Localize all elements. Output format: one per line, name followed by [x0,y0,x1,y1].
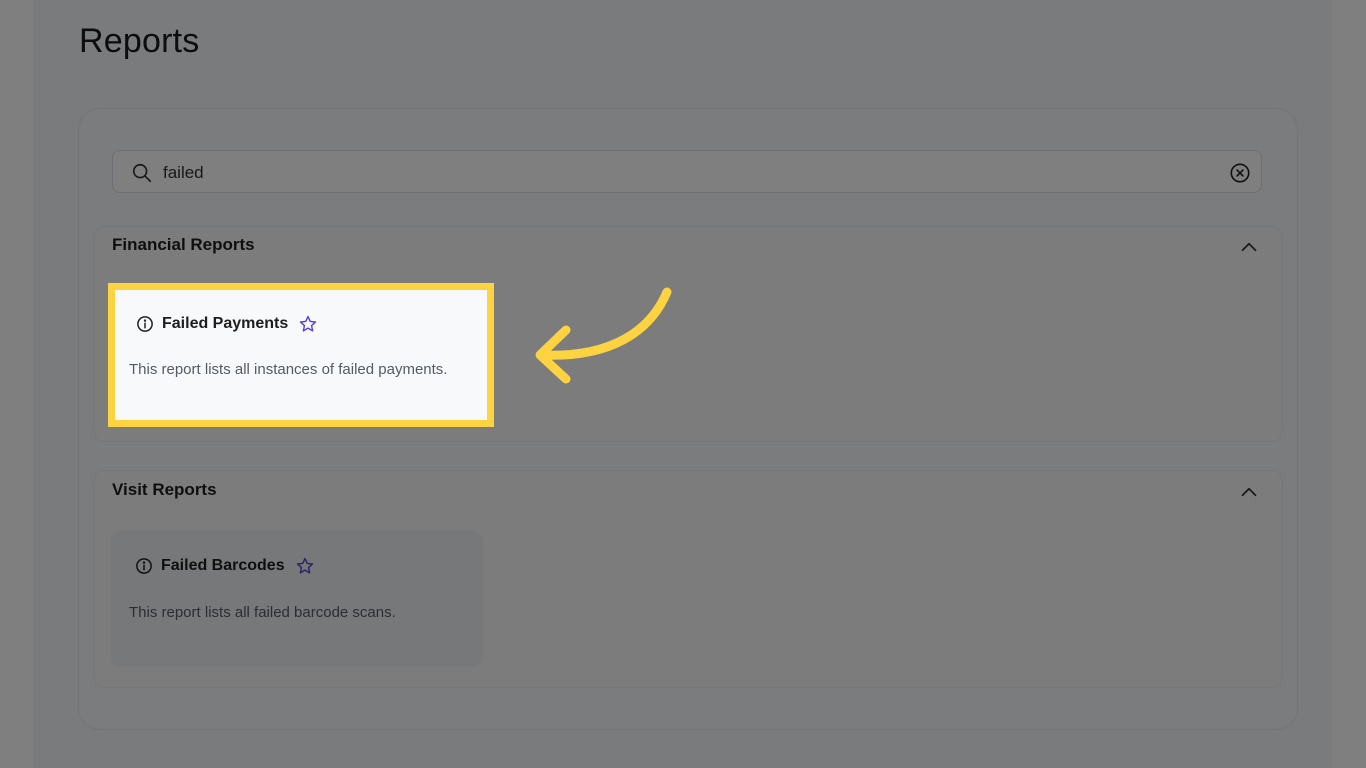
info-icon[interactable] [135,557,153,575]
report-description: This report lists all failed barcode sca… [129,604,396,621]
curved-arrow-left-icon [535,287,672,384]
report-card-header: Failed Barcodes [135,556,315,576]
clear-circle-icon[interactable] [1229,162,1251,184]
search-input[interactable]: failed [112,150,1262,193]
report-card-failed-barcodes[interactable]: Failed Barcodes This report lists all fa… [111,531,483,667]
report-description: This report lists all instances of faile… [129,361,448,378]
report-card-failed-payments[interactable]: Failed Payments This report lists all in… [108,283,494,427]
report-title: Failed Barcodes [161,557,285,574]
section-title-visit: Visit Reports [112,480,217,499]
report-title: Failed Payments [162,315,289,332]
page-title: Reports [79,22,200,60]
search-icon [132,163,152,183]
report-card-header: Failed Payments [136,314,318,334]
section-title-financial: Financial Reports [112,235,255,254]
chevron-up-icon[interactable] [1236,234,1262,260]
star-outline-icon[interactable] [295,556,315,576]
star-outline-icon[interactable] [298,314,318,334]
chevron-up-icon[interactable] [1236,479,1262,505]
search-value: failed [163,163,204,182]
info-icon[interactable] [136,315,154,333]
